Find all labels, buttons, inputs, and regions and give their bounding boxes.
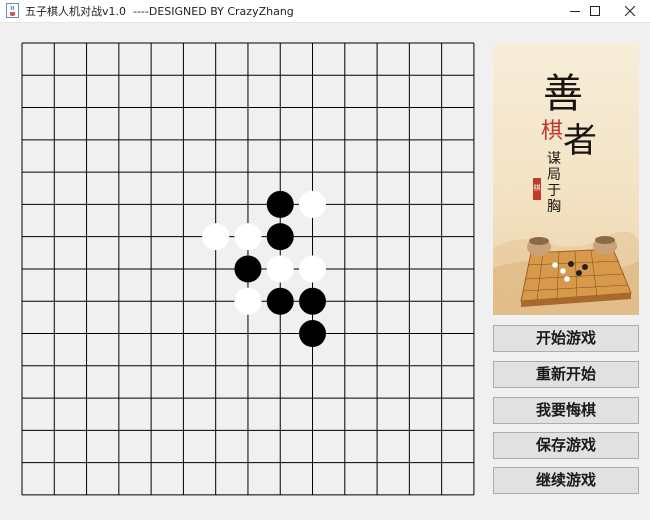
white-stone	[299, 255, 327, 283]
black-stone	[266, 223, 294, 251]
continue-game-button[interactable]: 继续游戏	[493, 467, 639, 494]
poster-char-qi: 棋	[541, 119, 564, 144]
seal-text: 棋	[533, 184, 541, 192]
maximize-button[interactable]	[577, 0, 613, 22]
undo-move-button[interactable]: 我要悔棋	[493, 397, 639, 424]
save-game-button[interactable]: 保存游戏	[493, 432, 639, 459]
title-bar-divider	[0, 22, 650, 23]
white-stone	[299, 190, 327, 218]
black-stone	[299, 320, 327, 348]
black-stone	[266, 287, 294, 315]
white-stone	[266, 255, 294, 283]
window-title: 五子棋人机对战v1.0 ----DESIGNED BY CrazyZhang	[25, 5, 294, 18]
poster-tagline-char: 胸	[547, 199, 561, 215]
poster-tagline-char: 谋	[547, 151, 561, 167]
poster-tagline-char: 于	[547, 183, 561, 199]
white-stone	[202, 223, 230, 251]
mini-goboard-icon	[520, 248, 632, 307]
maximize-icon	[590, 6, 600, 16]
poster-tagline-char: 局	[547, 167, 561, 183]
start-game-button[interactable]: 开始游戏	[493, 325, 639, 352]
white-stone	[234, 287, 262, 315]
decorative-poster: 善 棋 者 谋 局 于 胸 棋	[493, 43, 639, 315]
close-button[interactable]	[612, 0, 648, 22]
poster-tagline: 谋 局 于 胸	[547, 151, 563, 215]
black-stone	[266, 190, 294, 218]
poster-char-zhe: 者	[563, 121, 597, 161]
gomoku-board[interactable]	[21, 42, 476, 497]
java-cup-icon	[6, 3, 19, 18]
poster-char-shan: 善	[543, 71, 583, 117]
title-bar[interactable]: 五子棋人机对战v1.0 ----DESIGNED BY CrazyZhang	[0, 0, 650, 22]
restart-button[interactable]: 重新开始	[493, 361, 639, 388]
close-icon	[625, 6, 635, 16]
black-stone	[234, 255, 262, 283]
black-stone	[299, 287, 327, 315]
white-stone	[234, 223, 262, 251]
